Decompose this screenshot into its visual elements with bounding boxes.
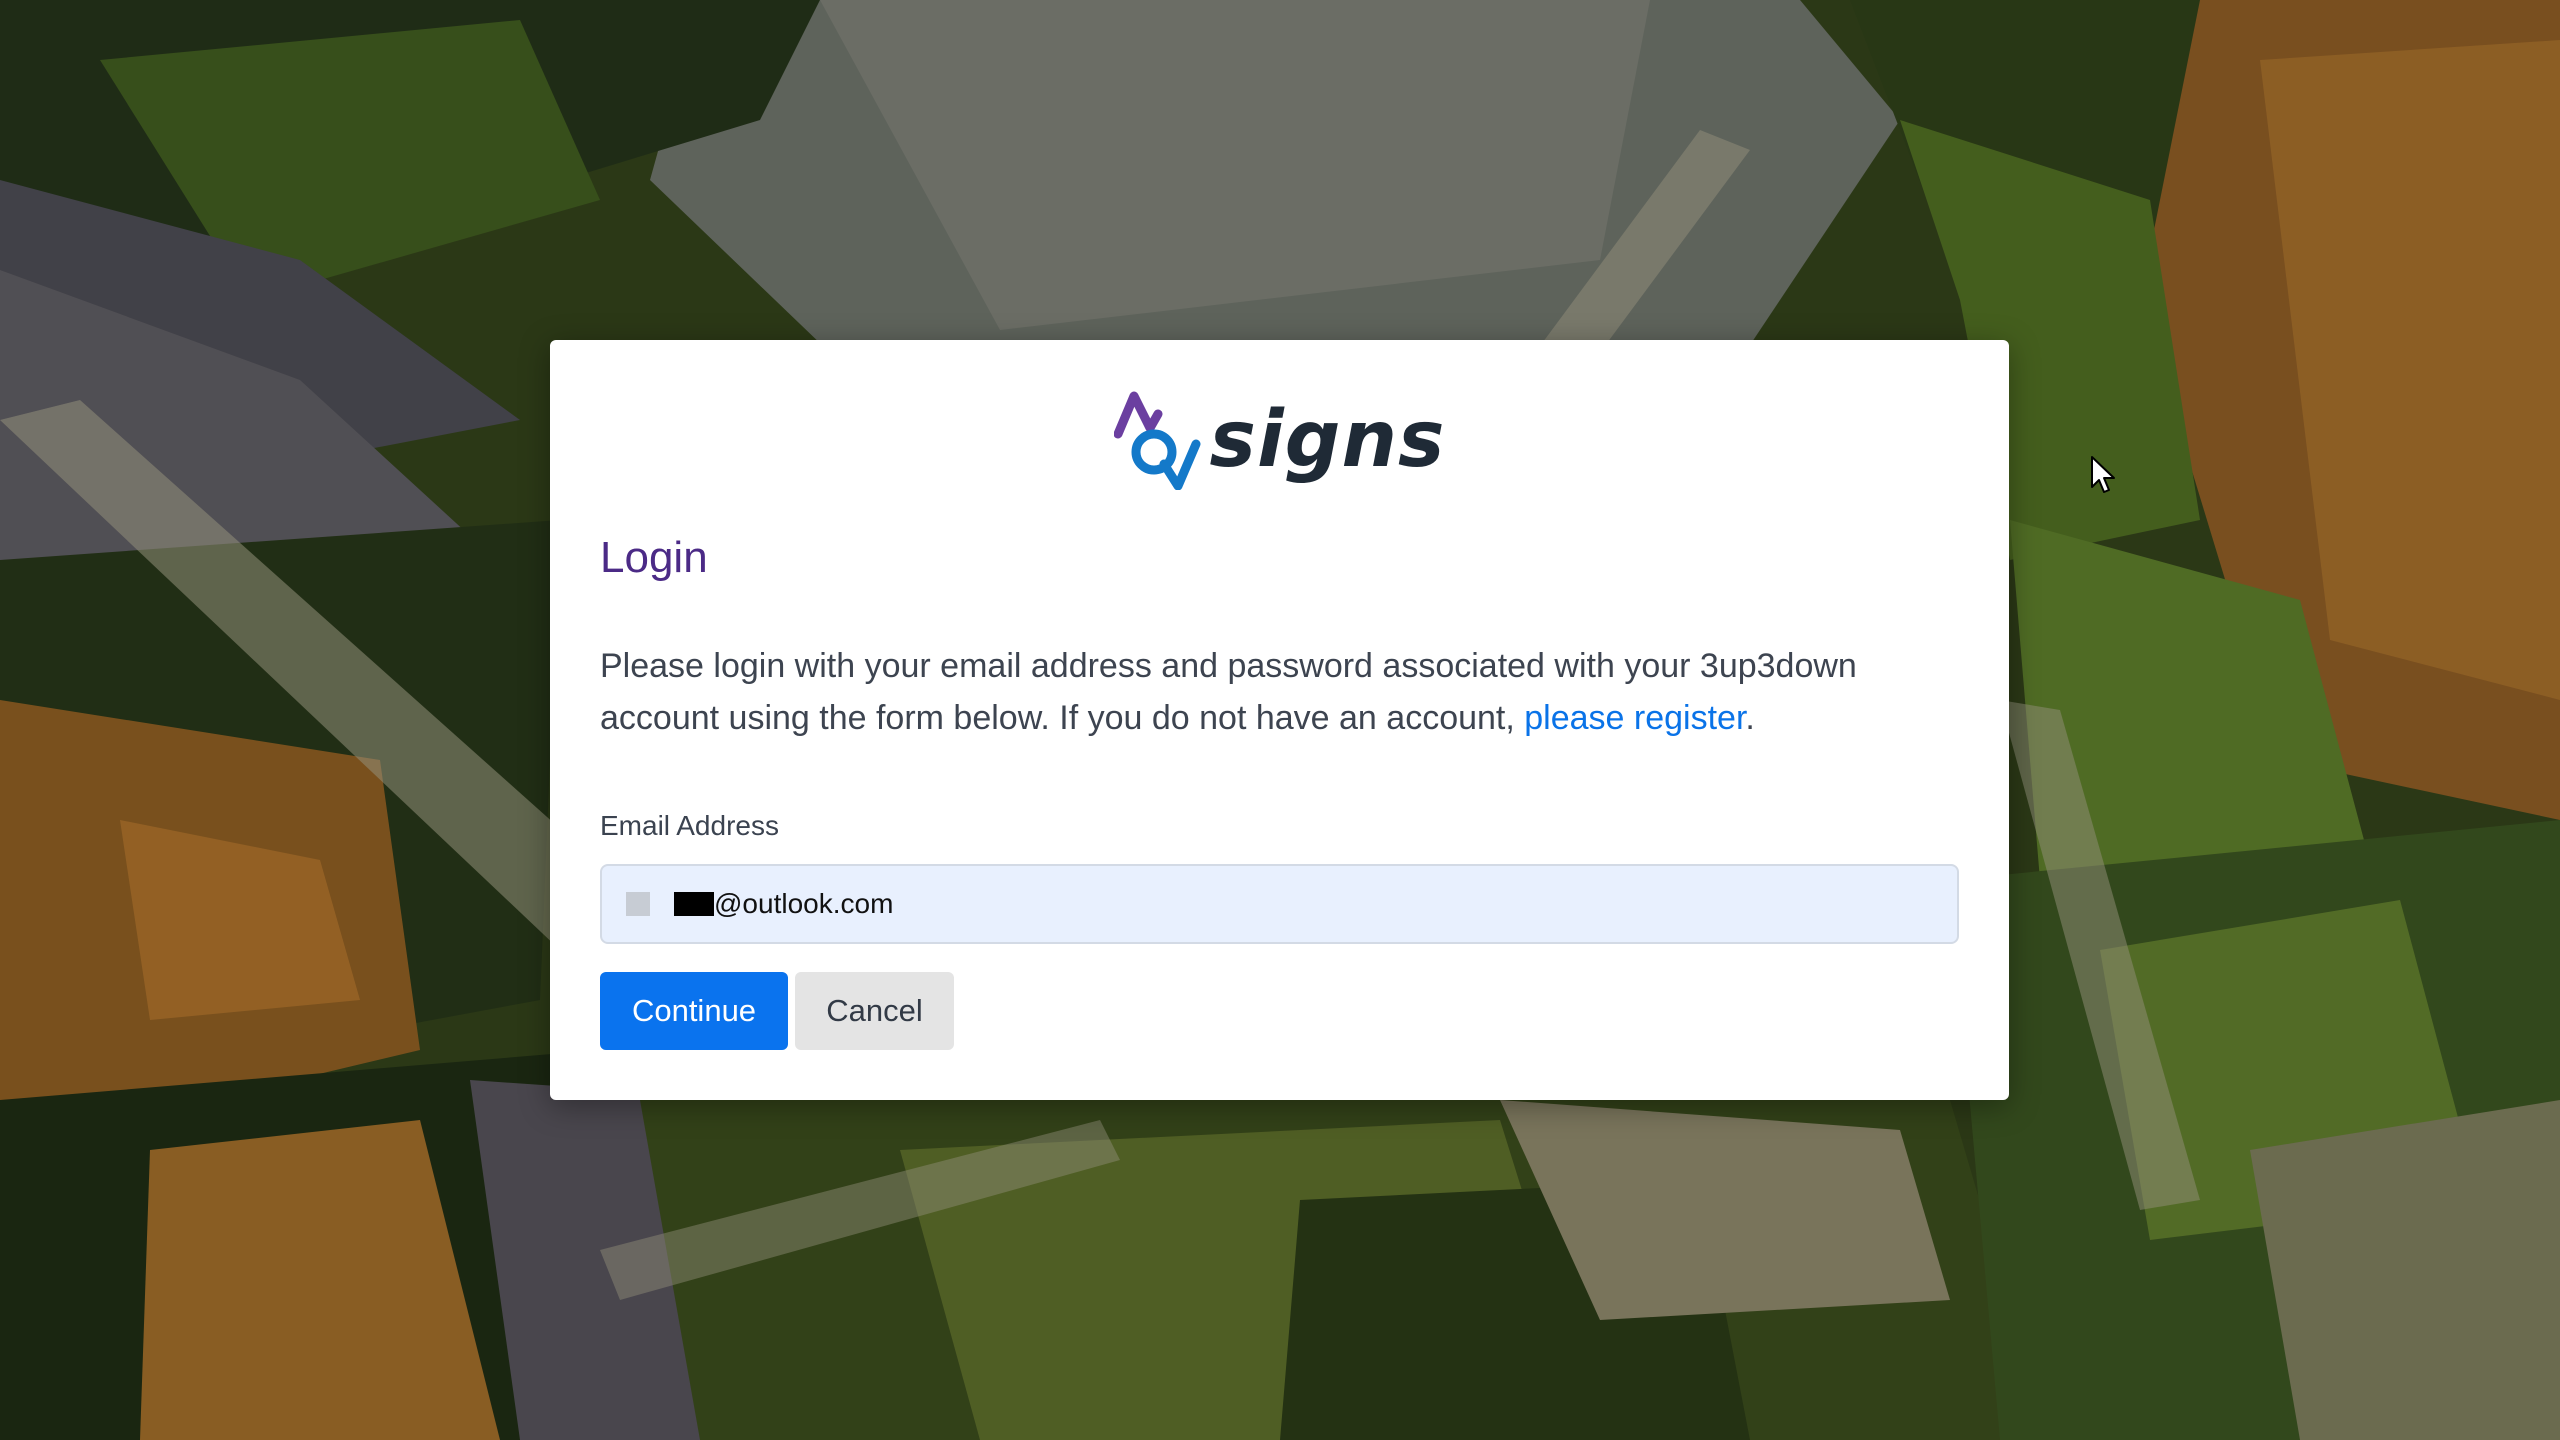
brand-logo: signs	[550, 390, 2009, 490]
email-value[interactable]: @outlook.com	[674, 888, 893, 920]
email-field[interactable]: @outlook.com	[600, 864, 1959, 944]
email-label: Email Address	[600, 810, 779, 841]
brand-wordmark: signs	[1209, 395, 1446, 485]
login-modal: signs Login Please login with your email…	[550, 340, 2009, 1100]
intro-end: .	[1745, 699, 1755, 737]
continue-button[interactable]: Continue	[600, 972, 788, 1050]
page-title: Login	[600, 533, 708, 582]
email-value-text: @outlook.com	[714, 888, 894, 919]
cancel-button[interactable]: Cancel	[795, 972, 954, 1050]
mouse-cursor-icon	[2090, 455, 2118, 500]
3up3down-arrows-logo	[1113, 391, 1201, 490]
redaction-block	[674, 892, 714, 916]
intro-text: Please login with your email address and…	[600, 640, 1970, 744]
autofill-icon	[626, 892, 650, 916]
register-link[interactable]: please register	[1524, 699, 1745, 737]
